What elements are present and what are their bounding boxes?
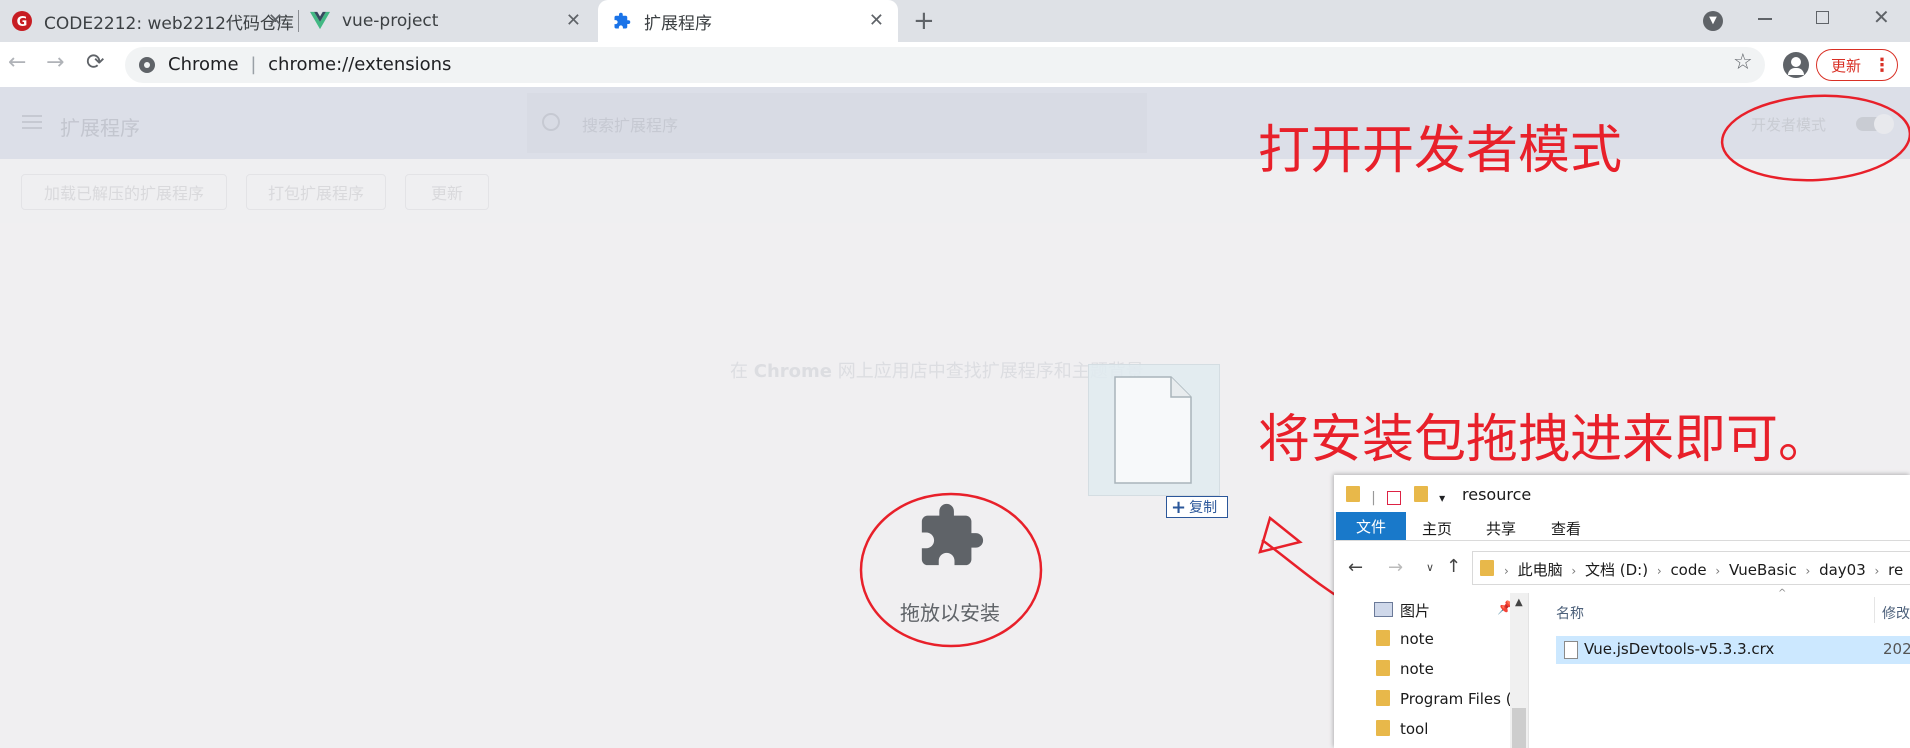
nav-item-note[interactable]: note — [1400, 630, 1434, 648]
folder-icon — [1376, 720, 1390, 740]
ribbon-tab-view[interactable]: 查看 — [1551, 518, 1581, 539]
forward-arrow-icon[interactable]: → — [1388, 557, 1403, 578]
scroll-up-icon: ▲ — [1515, 597, 1523, 608]
sort-indicator-icon: ^ — [1778, 588, 1787, 599]
folder-icon — [1376, 690, 1390, 710]
properties-icon[interactable] — [1386, 490, 1401, 505]
nav-item-pictures[interactable]: 图片 — [1400, 600, 1430, 621]
file-icon — [1564, 641, 1578, 659]
folder-icon — [1376, 630, 1390, 650]
ribbon-tab-file[interactable]: 文件 — [1336, 512, 1406, 540]
file-date: 202 — [1883, 640, 1910, 658]
file-explorer-window: | ▾ resource 文件 主页 共享 查看 ← → ∨ ↑ › 此电脑 ›… — [1334, 475, 1910, 748]
nav-scrollbar[interactable]: ▲ — [1510, 593, 1528, 748]
column-name[interactable]: 名称 — [1556, 603, 1584, 623]
arrow-head — [1258, 515, 1303, 554]
customize-dropdown-icon[interactable]: ▾ — [1439, 491, 1445, 505]
folder-icon — [1376, 660, 1390, 680]
column-modified[interactable]: 修改 — [1882, 603, 1910, 623]
breadcrumb-folder-icon — [1480, 560, 1494, 580]
ribbon-tab-share[interactable]: 共享 — [1486, 518, 1516, 539]
nav-item-tool[interactable]: tool — [1400, 720, 1428, 738]
circle-drop-zone — [859, 492, 1043, 648]
file-name: Vue.jsDevtools-v5.3.3.crx — [1584, 640, 1775, 658]
ribbon-tab-home[interactable]: 主页 — [1422, 518, 1452, 539]
up-arrow-icon[interactable]: ↑ — [1446, 556, 1461, 577]
pictures-icon — [1374, 602, 1393, 617]
nav-item-program-files[interactable]: Program Files ( — [1400, 690, 1512, 708]
recent-dropdown-icon[interactable]: ∨ — [1426, 561, 1434, 574]
folder-icon — [1346, 486, 1360, 502]
breadcrumb-path: › 此电脑 › 文档 (D:) › code › VueBasic › day0… — [1504, 561, 1904, 579]
quick-access-icons: | ▾ — [1346, 486, 1445, 506]
circle-dev-toggle — [1720, 94, 1910, 182]
scroll-thumb — [1512, 708, 1526, 748]
new-folder-icon[interactable] — [1414, 486, 1428, 502]
nav-item-note-2[interactable]: note — [1400, 660, 1434, 678]
back-arrow-icon[interactable]: ← — [1348, 557, 1363, 578]
explorer-title: resource — [1462, 485, 1532, 504]
